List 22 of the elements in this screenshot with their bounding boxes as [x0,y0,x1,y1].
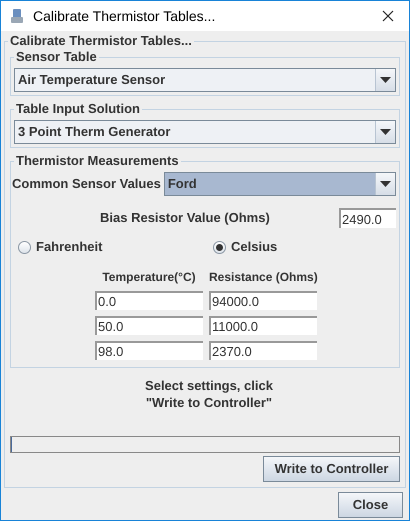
radio-label: Celsius [231,238,278,256]
input-field[interactable]: 2490.0 [339,208,396,228]
status-message: Select settings, click [145,377,273,394]
dropdown[interactable]: 3 Point Therm Generator [14,120,396,144]
input-field[interactable]: 98.0 [95,341,203,360]
close-button[interactable]: Close [338,492,403,518]
input-field[interactable]: 50.0 [95,316,203,335]
window-title: Calibrate Thermistor Tables... [33,6,216,26]
write-button[interactable]: Write to Controller [263,456,400,482]
input-field[interactable]: 11000.0 [209,316,317,335]
column-header: Temperature(°C) [101,269,197,286]
dropdown[interactable]: Ford [164,172,396,196]
input-field[interactable]: 0.0 [95,291,203,310]
dropdown[interactable]: Air Temperature Sensor [14,68,396,92]
input-field[interactable]: 2370.0 [209,341,317,360]
input-field[interactable]: 94000.0 [209,291,317,310]
column-header: Resistance (Ohms) [209,269,317,286]
radio-label: Fahrenheit [36,238,102,256]
field-label: Common Sensor Values [12,175,161,194]
field-label: Bias Resistor Value (Ohms) [100,209,271,228]
status-message: "Write to Controller" [146,394,272,411]
group-title: Table Input Solution [14,101,142,117]
